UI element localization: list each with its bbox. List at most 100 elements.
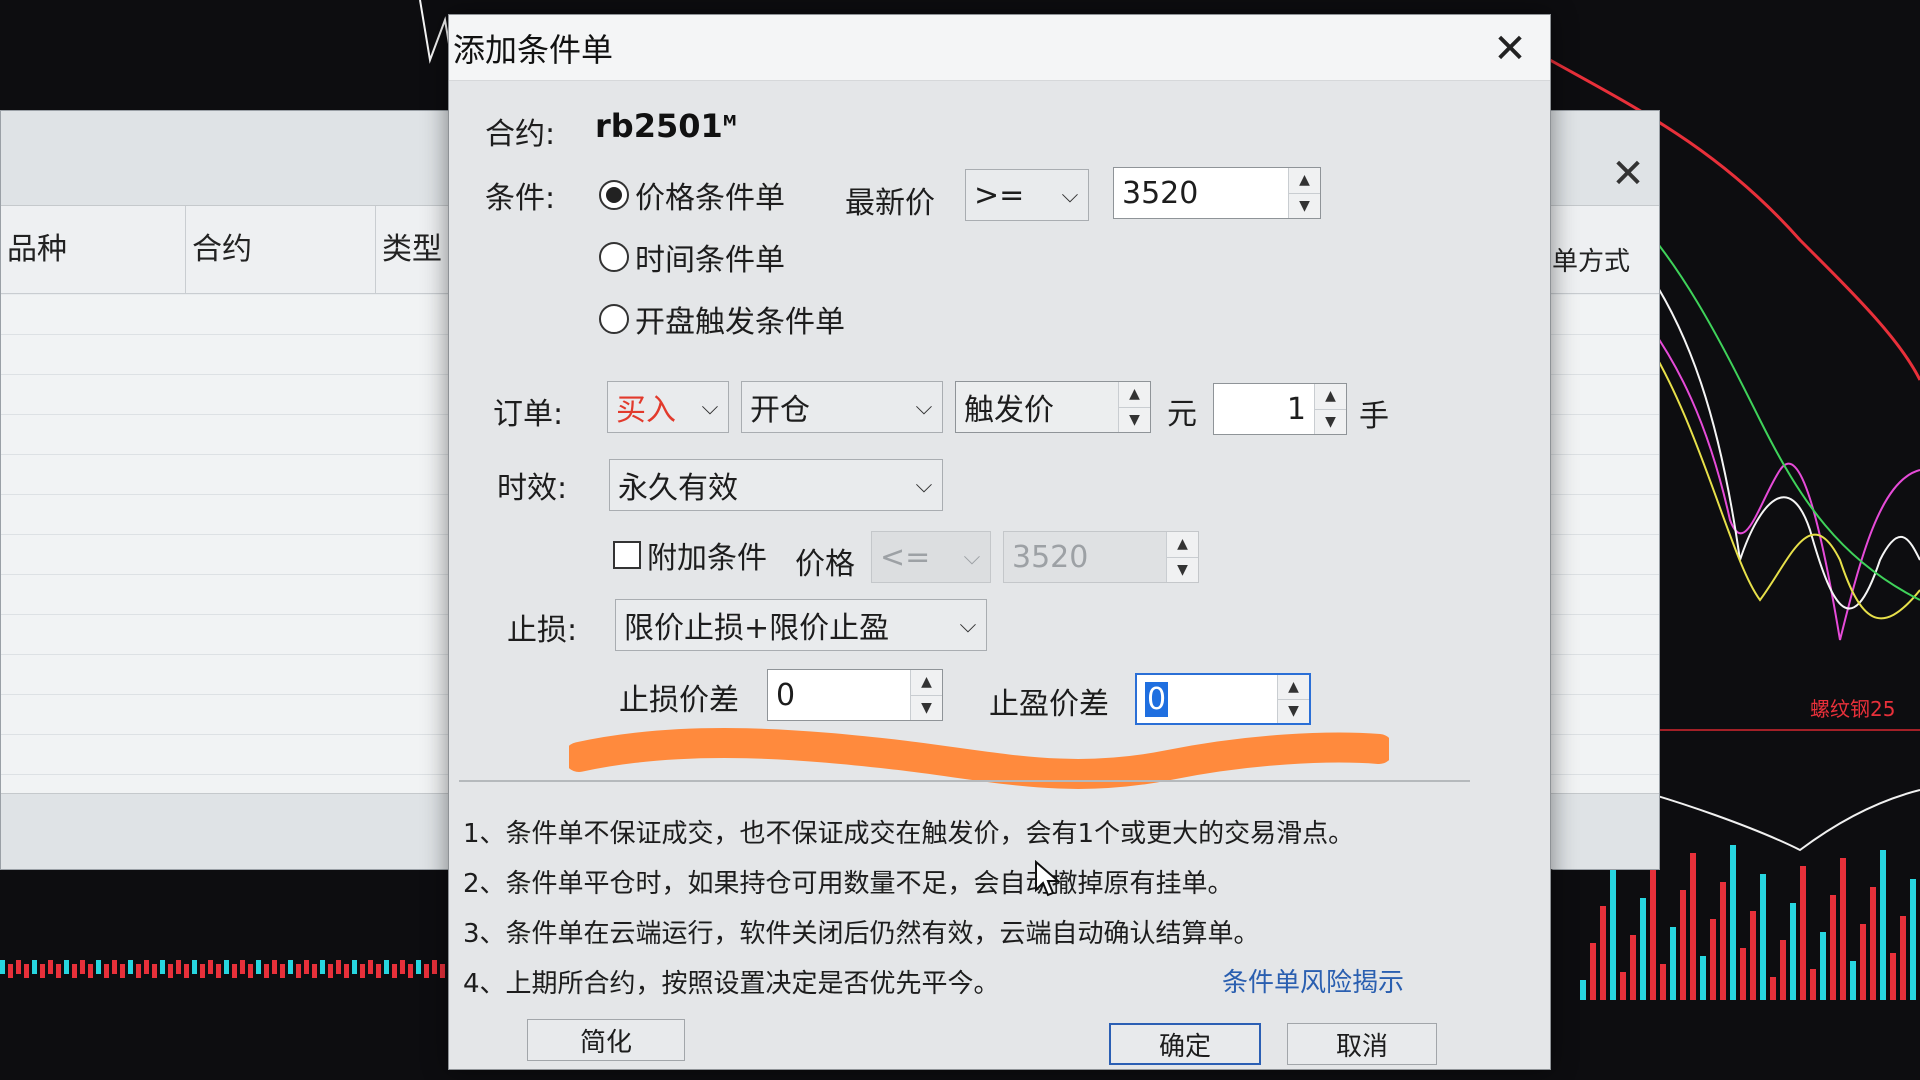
spin-down-icon[interactable]: ▼ bbox=[1119, 406, 1150, 432]
chart-volume-strip bbox=[328, 964, 333, 978]
spin-up-icon[interactable]: ▲ bbox=[1167, 532, 1198, 557]
chart-volume-bar bbox=[1710, 919, 1716, 1000]
simplify-button[interactable]: 简化 bbox=[527, 1019, 685, 1061]
chart-volume-strip bbox=[376, 964, 381, 978]
spin-up-icon[interactable]: ▲ bbox=[1278, 675, 1309, 699]
spin-down-icon[interactable]: ▼ bbox=[911, 694, 942, 720]
chart-volume-bar bbox=[1860, 924, 1866, 1000]
spin-up-icon[interactable]: ▲ bbox=[1315, 384, 1346, 409]
chart-volume-strip bbox=[40, 964, 45, 978]
chart-volume-strip bbox=[224, 960, 229, 974]
chart-volume-bar bbox=[1770, 977, 1776, 1000]
chart-volume-strip bbox=[72, 964, 77, 978]
checkbox-icon bbox=[613, 541, 641, 569]
extra-condition-checkbox[interactable]: 附加条件 bbox=[613, 535, 767, 576]
chart-volume-strip bbox=[240, 960, 245, 974]
quantity-input[interactable]: 1 ▲ ▼ bbox=[1213, 383, 1347, 435]
chart-volume-bar bbox=[1730, 845, 1736, 1000]
price-type-stepper: ▲ ▼ bbox=[1118, 382, 1150, 432]
selected-text: 0 bbox=[1145, 681, 1169, 717]
spin-up-icon[interactable]: ▲ bbox=[1289, 168, 1320, 193]
extra-operator-select[interactable]: <= ⌵ bbox=[871, 531, 991, 583]
chart-volume-bar bbox=[1720, 882, 1726, 1000]
offset-select[interactable]: 开仓 ⌵ bbox=[741, 381, 943, 433]
price-type-value: 触发价 bbox=[964, 393, 1054, 428]
spin-down-icon[interactable]: ▼ bbox=[1278, 698, 1309, 723]
stop-type-select[interactable]: 限价止损+限价止盈 ⌵ bbox=[615, 599, 987, 651]
spin-up-icon[interactable]: ▲ bbox=[911, 670, 942, 695]
quantity-value: 1 bbox=[1286, 391, 1306, 427]
operator-value: >= bbox=[974, 177, 1025, 213]
add-condition-order-dialog: 添加条件单 ✕ 合约: rb2501M 条件: 价格条件单 时间条件单 开盘触发… bbox=[448, 14, 1551, 1070]
cancel-button[interactable]: 取消 bbox=[1287, 1023, 1437, 1065]
chart-volume-strip bbox=[248, 964, 253, 978]
chart-volume-strip bbox=[208, 960, 213, 974]
validity-value: 永久有效 bbox=[618, 471, 738, 506]
chart-series-label: 螺纹钢25 bbox=[1810, 697, 1895, 721]
confirm-button[interactable]: 确定 bbox=[1109, 1023, 1261, 1065]
chevron-down-icon: ⌵ bbox=[915, 472, 933, 498]
radio-time-condition[interactable]: 时间条件单 bbox=[599, 237, 785, 278]
chart-volume-bar bbox=[1760, 874, 1766, 1000]
radio-dot-icon bbox=[599, 242, 629, 272]
column-header-variety[interactable]: 品种 bbox=[1, 206, 186, 294]
price-type-input[interactable]: 触发价 ▲ ▼ bbox=[955, 381, 1151, 433]
chart-volume-strip bbox=[288, 960, 293, 974]
chart-volume-bar bbox=[1780, 940, 1786, 1000]
close-icon[interactable]: ✕ bbox=[1605, 151, 1651, 197]
contract-code: rb2501 bbox=[595, 107, 723, 145]
chart-kline-white bbox=[1639, 259, 1920, 610]
spin-up-icon[interactable]: ▲ bbox=[1119, 382, 1150, 407]
chevron-down-icon: ⌵ bbox=[959, 612, 977, 638]
chart-volume-bar bbox=[1650, 861, 1656, 1000]
chart-volume-strip bbox=[24, 964, 29, 978]
spin-down-icon[interactable]: ▼ bbox=[1167, 556, 1198, 582]
extra-price-input[interactable]: 3520 ▲ ▼ bbox=[1003, 531, 1199, 583]
spin-down-icon[interactable]: ▼ bbox=[1315, 408, 1346, 434]
chart-volume-strip bbox=[296, 964, 301, 978]
chart-volume-strip bbox=[280, 964, 285, 978]
chart-volume-strip bbox=[344, 964, 349, 978]
radio-dot-icon bbox=[599, 180, 629, 210]
extra-price-label: 价格 bbox=[795, 547, 855, 582]
chart-volume-strip bbox=[232, 964, 237, 978]
chart-volume-bar bbox=[1830, 895, 1836, 1000]
stop-loss-diff-input[interactable]: 0 ▲ ▼ bbox=[767, 669, 943, 721]
chart-volume-bar bbox=[1810, 969, 1816, 1000]
column-header-contract[interactable]: 合约 bbox=[186, 206, 376, 294]
chart-volume-strip bbox=[408, 964, 413, 978]
quantity-stepper: ▲ ▼ bbox=[1314, 384, 1346, 434]
chart-volume-strip bbox=[16, 960, 21, 974]
risk-disclosure-link[interactable]: 条件单风险揭示 bbox=[1222, 962, 1404, 999]
chart-volume-bar bbox=[1580, 980, 1586, 1000]
chart-volume-strip bbox=[184, 964, 189, 978]
radio-open-trigger-condition[interactable]: 开盘触发条件单 bbox=[599, 299, 845, 340]
price-source-label: 最新价 bbox=[845, 186, 935, 221]
chart-volume-bar bbox=[1620, 972, 1626, 1000]
chart-volume-bar bbox=[1700, 956, 1706, 1000]
chart-volume-bar bbox=[1800, 866, 1806, 1000]
chevron-down-icon: ⌵ bbox=[701, 394, 719, 420]
chart-volume-strip bbox=[336, 960, 341, 974]
trigger-price-input[interactable]: 3520 ▲ ▼ bbox=[1113, 167, 1321, 219]
take-profit-diff-input[interactable]: 0 ▲ ▼ bbox=[1135, 673, 1311, 725]
radio-label: 开盘触发条件单 bbox=[635, 305, 845, 340]
chart-volume-bar bbox=[1740, 948, 1746, 1000]
chart-volume-bar bbox=[1750, 911, 1756, 1000]
chart-volume-strip bbox=[304, 960, 309, 974]
trigger-price-value: 3520 bbox=[1122, 175, 1199, 211]
radio-dot-icon bbox=[599, 304, 629, 334]
take-profit-diff-value: 0 bbox=[1137, 675, 1277, 723]
chart-volume-strip bbox=[272, 960, 277, 974]
radio-price-condition[interactable]: 价格条件单 bbox=[599, 175, 785, 216]
chart-volume-strip bbox=[144, 960, 149, 974]
chart-volume-strip bbox=[112, 960, 117, 974]
close-icon[interactable]: ✕ bbox=[1488, 27, 1532, 71]
spin-down-icon[interactable]: ▼ bbox=[1289, 192, 1320, 218]
direction-select[interactable]: 买入 ⌵ bbox=[607, 381, 729, 433]
chart-volume-strip bbox=[312, 964, 317, 978]
chart-volume-strip bbox=[120, 964, 125, 978]
chart-volume-bar bbox=[1610, 869, 1616, 1000]
validity-select[interactable]: 永久有效 ⌵ bbox=[609, 459, 943, 511]
operator-select[interactable]: >= ⌵ bbox=[965, 169, 1089, 221]
